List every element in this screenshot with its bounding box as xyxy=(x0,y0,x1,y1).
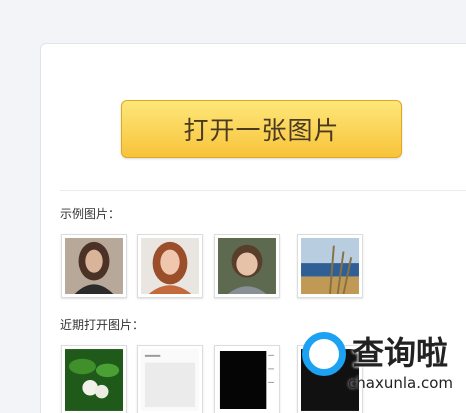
open-image-button[interactable]: 打开一张图片 xyxy=(121,100,402,158)
seaside-grass-icon xyxy=(301,238,359,295)
black-document-page-icon xyxy=(218,349,276,411)
recent-label: 近期打开图片： xyxy=(60,318,145,332)
example-image-3[interactable] xyxy=(214,234,280,298)
watermark-logo: 查询啦 chaxunla.com xyxy=(290,328,460,400)
watermark-title: 查询啦 xyxy=(352,334,449,372)
recent-image-2[interactable] xyxy=(137,345,203,413)
example-image-1[interactable] xyxy=(61,234,127,298)
document-page-icon xyxy=(141,349,199,411)
example-image-2[interactable] xyxy=(137,234,203,298)
magnifier-icon xyxy=(302,332,346,376)
recent-image-1[interactable] xyxy=(61,345,127,413)
examples-label: 示例图片： xyxy=(60,207,121,221)
portrait-woman-redhead-icon xyxy=(141,238,199,294)
portrait-woman-brunette-icon xyxy=(65,238,123,294)
watermark-url: chaxunla.com xyxy=(348,374,453,392)
green-leaf-flower-icon xyxy=(65,349,123,411)
portrait-child-icon xyxy=(218,238,276,294)
recent-image-3[interactable] xyxy=(214,345,280,413)
divider xyxy=(60,190,466,191)
example-image-4[interactable] xyxy=(297,234,363,298)
